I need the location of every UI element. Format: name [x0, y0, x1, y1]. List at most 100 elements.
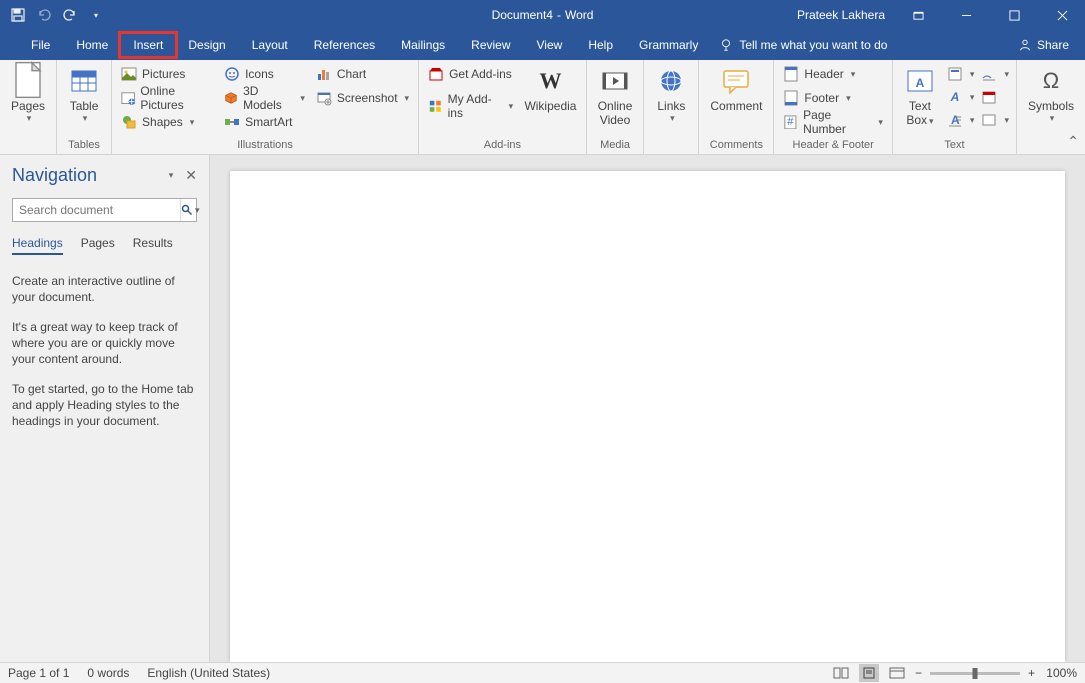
- object-button[interactable]: ▾: [979, 109, 1011, 131]
- group-illustrations: Pictures Online Pictures Shapes▾ Icons 3…: [112, 60, 419, 154]
- zoom-out-button[interactable]: −: [915, 666, 922, 680]
- print-layout-icon[interactable]: [859, 664, 879, 682]
- tab-layout[interactable]: Layout: [239, 33, 301, 57]
- comment-icon: [720, 65, 752, 97]
- close-icon[interactable]: [1047, 0, 1077, 30]
- 3d-models-button[interactable]: 3D Models▾: [220, 87, 309, 109]
- share-button[interactable]: Share: [1018, 38, 1069, 52]
- tell-me-box[interactable]: Tell me what you want to do: [719, 38, 887, 52]
- document-area: [210, 155, 1085, 662]
- shapes-icon: [121, 114, 137, 130]
- undo-icon[interactable]: [36, 7, 52, 23]
- status-bar: Page 1 of 1 0 words English (United Stat…: [0, 662, 1085, 683]
- chevron-down-icon: ▾: [1050, 113, 1055, 124]
- signature-line-button[interactable]: ▾: [979, 63, 1011, 85]
- wordart-button[interactable]: A▾: [945, 86, 977, 108]
- redo-icon[interactable]: [62, 7, 78, 23]
- status-page[interactable]: Page 1 of 1: [8, 666, 69, 680]
- shapes-button[interactable]: Shapes▾: [117, 111, 217, 133]
- online-pictures-button[interactable]: Online Pictures: [117, 87, 217, 109]
- status-language[interactable]: English (United States): [147, 666, 270, 680]
- nav-close-icon[interactable]: ✕: [185, 167, 197, 184]
- group-label-text: Text: [898, 137, 1011, 154]
- date-time-button[interactable]: [979, 86, 1011, 108]
- chart-button[interactable]: Chart: [312, 63, 413, 85]
- picture-icon: [121, 66, 137, 82]
- text-box-button[interactable]: A TextBox▾: [898, 63, 942, 130]
- document-name: Document4: [492, 8, 553, 22]
- nav-tab-pages[interactable]: Pages: [81, 236, 115, 255]
- search-input[interactable]: [13, 199, 180, 221]
- collapse-ribbon-icon[interactable]: ⌃: [1067, 133, 1079, 150]
- wikipedia-icon: W: [534, 65, 566, 97]
- tab-mailings[interactable]: Mailings: [388, 33, 458, 57]
- pictures-button[interactable]: Pictures: [117, 63, 217, 85]
- tab-references[interactable]: References: [301, 33, 388, 57]
- nav-tab-results[interactable]: Results: [133, 236, 173, 255]
- icons-icon: [224, 66, 240, 82]
- svg-text:#: #: [788, 116, 795, 128]
- links-button[interactable]: Links ▾: [649, 63, 693, 126]
- read-mode-icon[interactable]: [831, 664, 851, 682]
- icons-button[interactable]: Icons: [220, 63, 309, 85]
- header-icon: [783, 66, 799, 82]
- maximize-icon[interactable]: [999, 0, 1029, 30]
- symbols-button[interactable]: Ω Symbols ▾: [1022, 63, 1080, 126]
- smartart-button[interactable]: SmartArt: [220, 111, 309, 133]
- page-number-button[interactable]: #Page Number▾: [779, 111, 887, 133]
- chart-icon: [316, 66, 332, 82]
- search-button[interactable]: ▾: [180, 199, 200, 221]
- my-addins-button[interactable]: My Add-ins▾: [424, 95, 517, 117]
- group-links: Links ▾: [644, 60, 699, 154]
- workspace: Navigation ▾ ✕ ▾ Headings Pages Results …: [0, 155, 1085, 662]
- quick-parts-button[interactable]: ▾: [945, 63, 977, 85]
- table-button[interactable]: Table ▾: [62, 63, 106, 126]
- web-layout-icon[interactable]: [887, 664, 907, 682]
- status-words[interactable]: 0 words: [87, 666, 129, 680]
- comment-button[interactable]: Comment: [704, 63, 768, 115]
- zoom-slider[interactable]: [930, 672, 1020, 675]
- group-label-illustrations: Illustrations: [117, 137, 413, 154]
- tab-view[interactable]: View: [524, 33, 576, 57]
- cube-icon: [224, 90, 238, 106]
- window-title: Document4 - Word: [492, 8, 594, 22]
- footer-button[interactable]: Footer▾: [779, 87, 887, 109]
- zoom-level[interactable]: 100%: [1043, 666, 1077, 680]
- online-video-button[interactable]: OnlineVideo: [592, 63, 639, 129]
- nav-tabs: Headings Pages Results: [12, 236, 197, 255]
- document-page[interactable]: [230, 171, 1065, 662]
- tab-insert[interactable]: Insert: [121, 34, 175, 56]
- addins-icon: [428, 98, 443, 114]
- chevron-down-icon: ▾: [670, 113, 675, 124]
- pages-button[interactable]: Pages ▾: [5, 63, 51, 126]
- zoom-in-button[interactable]: +: [1028, 666, 1035, 680]
- group-media: OnlineVideo Media: [587, 60, 645, 154]
- video-icon: [599, 65, 631, 97]
- user-name[interactable]: Prateek Lakhera: [797, 8, 885, 22]
- tab-review[interactable]: Review: [458, 33, 523, 57]
- header-button[interactable]: Header▾: [779, 63, 887, 85]
- pagenum-icon: #: [783, 114, 798, 130]
- tab-grammarly[interactable]: Grammarly: [626, 33, 711, 57]
- drop-cap-button[interactable]: A▾: [945, 109, 977, 131]
- save-icon[interactable]: [10, 7, 26, 23]
- nav-tab-headings[interactable]: Headings: [12, 236, 63, 255]
- table-icon: [68, 65, 100, 97]
- get-addins-button[interactable]: Get Add-ins: [424, 63, 517, 85]
- screenshot-button[interactable]: Screenshot▾: [312, 87, 413, 109]
- group-pages: Pages ▾: [0, 60, 57, 154]
- minimize-icon[interactable]: [951, 0, 981, 30]
- tab-help[interactable]: Help: [575, 33, 626, 57]
- wikipedia-button[interactable]: W Wikipedia: [520, 63, 581, 115]
- store-icon: [428, 66, 444, 82]
- search-box[interactable]: ▾: [12, 198, 197, 222]
- screenshot-icon: [316, 90, 332, 106]
- group-text: A TextBox▾ ▾ A▾ A▾ ▾ ▾ Text: [893, 60, 1017, 154]
- app-name: Word: [565, 8, 593, 22]
- tab-design[interactable]: Design: [175, 33, 238, 57]
- qat-customize-icon[interactable]: ▾: [88, 7, 104, 23]
- tab-home[interactable]: Home: [63, 33, 121, 57]
- nav-options-icon[interactable]: ▾: [169, 170, 174, 181]
- tab-file[interactable]: File: [18, 33, 63, 57]
- ribbon-options-icon[interactable]: [903, 0, 933, 30]
